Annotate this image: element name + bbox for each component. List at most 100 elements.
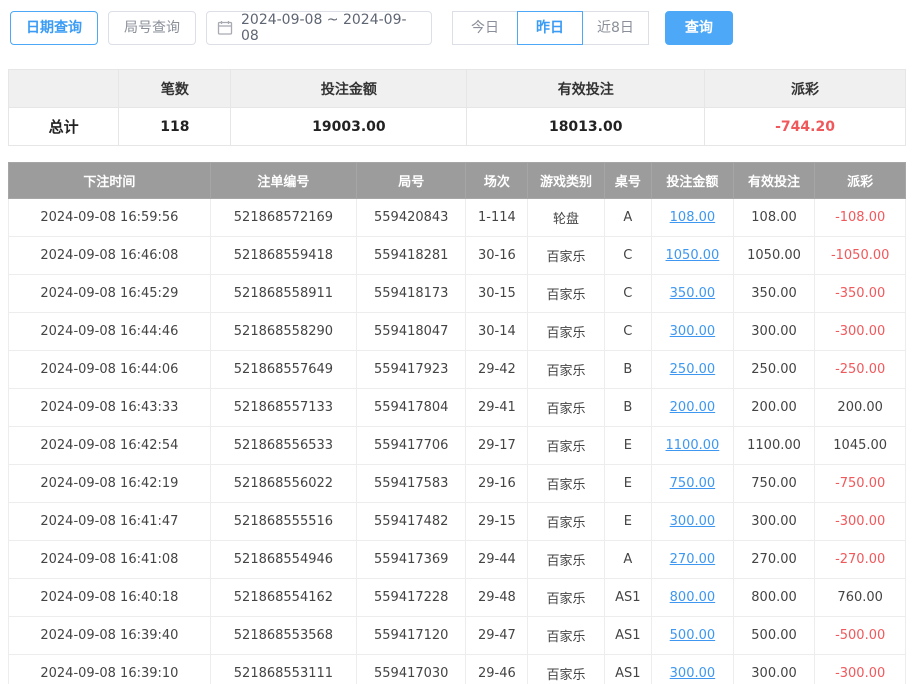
- cell-bet-amount-link[interactable]: 800.00: [652, 579, 734, 617]
- summary-total-count: 118: [119, 108, 231, 146]
- cell-payout: -300.00: [815, 503, 906, 541]
- cell-valid-bet: 270.00: [733, 541, 815, 579]
- cell-bet-amount-link[interactable]: 108.00: [652, 199, 734, 237]
- cell-bet-amount-link[interactable]: 300.00: [652, 655, 734, 684]
- summary-total-row: 总计 118 19003.00 18013.00 -744.20: [9, 108, 906, 146]
- cell-valid-bet: 300.00: [733, 655, 815, 684]
- cell-bet-amount-link[interactable]: 1100.00: [652, 427, 734, 465]
- cell-bet-amount-link[interactable]: 500.00: [652, 617, 734, 655]
- cell-bet-amount-link[interactable]: 270.00: [652, 541, 734, 579]
- calendar-icon: [217, 20, 233, 36]
- cell-bet-time: 2024-09-08 16:43:33: [9, 389, 211, 427]
- cell-payout: 200.00: [815, 389, 906, 427]
- cell-table-no: A: [604, 541, 652, 579]
- cell-order-no: 521868556022: [210, 465, 356, 503]
- table-row: 2024-09-08 16:42:54 521868556533 5594177…: [9, 427, 906, 465]
- bet-table-header-row: 下注时间 注单编号 局号 场次 游戏类别 桌号 投注金额 有效投注 派彩: [9, 163, 906, 199]
- cell-payout: -500.00: [815, 617, 906, 655]
- col-header-table-no: 桌号: [604, 163, 652, 199]
- cell-session: 29-42: [466, 351, 528, 389]
- cell-payout: -300.00: [815, 313, 906, 351]
- cell-round-no: 559418173: [357, 275, 466, 313]
- cell-bet-time: 2024-09-08 16:42:19: [9, 465, 211, 503]
- cell-game-type: 百家乐: [528, 351, 604, 389]
- cell-session: 30-16: [466, 237, 528, 275]
- date-range-input[interactable]: 2024-09-08 ~ 2024-09-08: [206, 11, 432, 45]
- cell-payout: -270.00: [815, 541, 906, 579]
- cell-game-type: 百家乐: [528, 465, 604, 503]
- table-row: 2024-09-08 16:40:18 521868554162 5594172…: [9, 579, 906, 617]
- col-header-payout: 派彩: [815, 163, 906, 199]
- cell-bet-time: 2024-09-08 16:46:08: [9, 237, 211, 275]
- cell-game-type: 百家乐: [528, 541, 604, 579]
- cell-bet-amount-link[interactable]: 350.00: [652, 275, 734, 313]
- cell-session: 29-16: [466, 465, 528, 503]
- cell-payout: -350.00: [815, 275, 906, 313]
- summary-header-empty: [9, 70, 119, 108]
- cell-round-no: 559417369: [357, 541, 466, 579]
- cell-table-no: AS1: [604, 655, 652, 684]
- cell-order-no: 521868554946: [210, 541, 356, 579]
- cell-valid-bet: 800.00: [733, 579, 815, 617]
- col-header-session: 场次: [466, 163, 528, 199]
- cell-valid-bet: 300.00: [733, 503, 815, 541]
- cell-bet-amount-link[interactable]: 250.00: [652, 351, 734, 389]
- cell-order-no: 521868553111: [210, 655, 356, 684]
- cell-round-no: 559417228: [357, 579, 466, 617]
- cell-order-no: 521868554162: [210, 579, 356, 617]
- cell-game-type: 百家乐: [528, 579, 604, 617]
- cell-valid-bet: 108.00: [733, 199, 815, 237]
- table-row: 2024-09-08 16:41:47 521868555516 5594174…: [9, 503, 906, 541]
- col-header-round-no: 局号: [357, 163, 466, 199]
- summary-header-row: 笔数 投注金额 有效投注 派彩: [9, 70, 906, 108]
- today-button[interactable]: 今日: [452, 11, 518, 45]
- cell-bet-amount-link[interactable]: 200.00: [652, 389, 734, 427]
- cell-payout: -250.00: [815, 351, 906, 389]
- col-header-bet-time: 下注时间: [9, 163, 211, 199]
- cell-table-no: E: [604, 503, 652, 541]
- cell-session: 29-41: [466, 389, 528, 427]
- table-row: 2024-09-08 16:46:08 521868559418 5594182…: [9, 237, 906, 275]
- cell-order-no: 521868559418: [210, 237, 356, 275]
- table-row: 2024-09-08 16:39:10 521868553111 5594170…: [9, 655, 906, 684]
- cell-order-no: 521868558290: [210, 313, 356, 351]
- cell-session: 29-44: [466, 541, 528, 579]
- summary-total-valid-bet: 18013.00: [467, 108, 705, 146]
- cell-bet-time: 2024-09-08 16:40:18: [9, 579, 211, 617]
- cell-session: 29-47: [466, 617, 528, 655]
- cell-bet-time: 2024-09-08 16:59:56: [9, 199, 211, 237]
- bet-table-body: 2024-09-08 16:59:56 521868572169 5594208…: [9, 199, 906, 684]
- date-query-button[interactable]: 日期查询: [10, 11, 98, 45]
- cell-session: 1-114: [466, 199, 528, 237]
- cell-table-no: B: [604, 389, 652, 427]
- cell-game-type: 百家乐: [528, 275, 604, 313]
- cell-bet-amount-link[interactable]: 1050.00: [652, 237, 734, 275]
- table-row: 2024-09-08 16:39:40 521868553568 5594171…: [9, 617, 906, 655]
- cell-payout: -108.00: [815, 199, 906, 237]
- cell-game-type: 百家乐: [528, 503, 604, 541]
- yesterday-button[interactable]: 昨日: [517, 11, 583, 45]
- cell-round-no: 559420843: [357, 199, 466, 237]
- col-header-order-no: 注单编号: [210, 163, 356, 199]
- summary-header-bet-amount: 投注金额: [231, 70, 467, 108]
- cell-bet-time: 2024-09-08 16:42:54: [9, 427, 211, 465]
- cell-round-no: 559417923: [357, 351, 466, 389]
- col-header-valid-bet: 有效投注: [733, 163, 815, 199]
- cell-round-no: 559417583: [357, 465, 466, 503]
- recent-8-days-button[interactable]: 近8日: [582, 11, 649, 45]
- cell-game-type: 百家乐: [528, 313, 604, 351]
- cell-table-no: E: [604, 427, 652, 465]
- cell-order-no: 521868556533: [210, 427, 356, 465]
- search-button[interactable]: 查询: [665, 11, 733, 45]
- cell-valid-bet: 200.00: [733, 389, 815, 427]
- cell-valid-bet: 300.00: [733, 313, 815, 351]
- cell-order-no: 521868557133: [210, 389, 356, 427]
- round-query-button[interactable]: 局号查询: [108, 11, 196, 45]
- cell-bet-amount-link[interactable]: 300.00: [652, 313, 734, 351]
- cell-order-no: 521868558911: [210, 275, 356, 313]
- cell-bet-time: 2024-09-08 16:39:10: [9, 655, 211, 684]
- cell-bet-amount-link[interactable]: 750.00: [652, 465, 734, 503]
- cell-bet-amount-link[interactable]: 300.00: [652, 503, 734, 541]
- cell-bet-time: 2024-09-08 16:45:29: [9, 275, 211, 313]
- cell-table-no: AS1: [604, 579, 652, 617]
